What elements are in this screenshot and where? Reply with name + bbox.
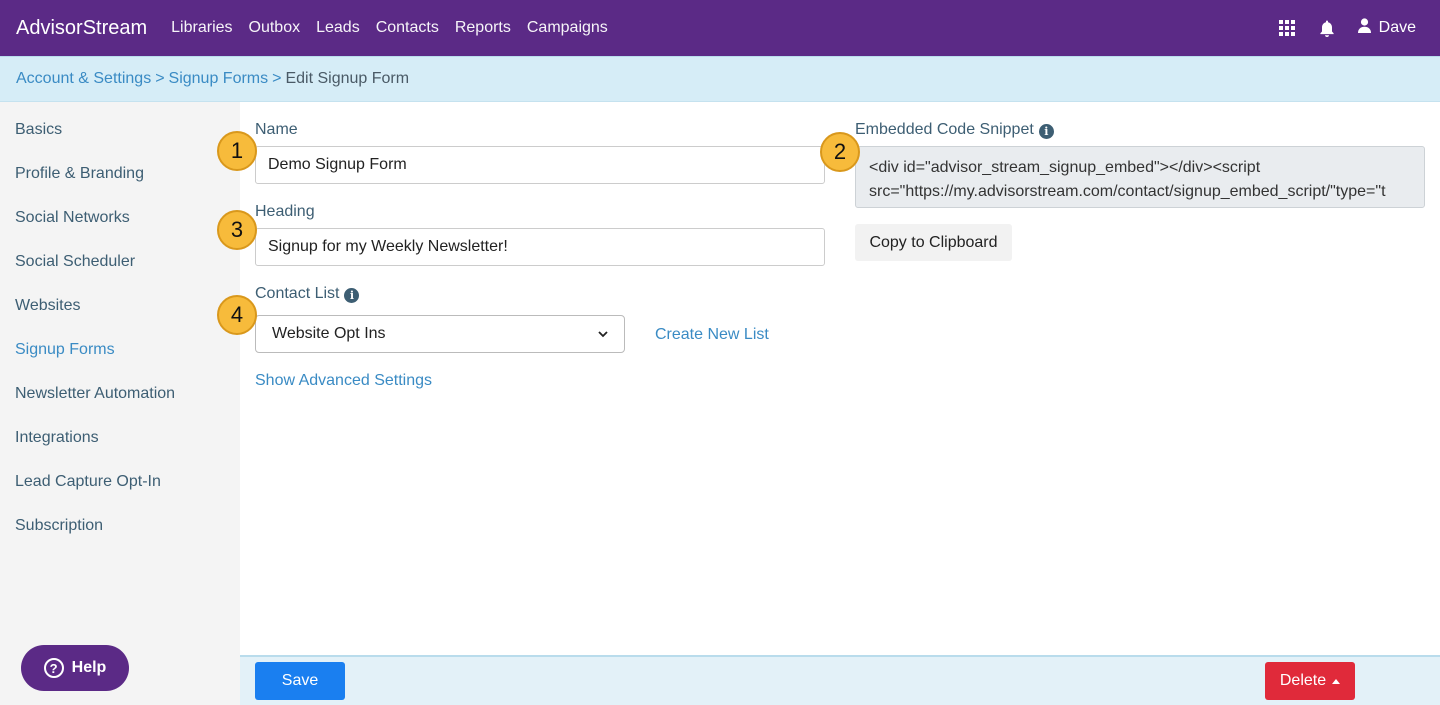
name-input[interactable] — [255, 146, 825, 184]
sidebar-item-websites[interactable]: Websites — [15, 297, 81, 315]
sidebar-item-newsletter-automation[interactable]: Newsletter Automation — [15, 385, 175, 403]
nav-contacts[interactable]: Contacts — [376, 19, 439, 37]
apps-grid-icon[interactable] — [1278, 19, 1296, 37]
embed-code-label: Embedded Code Snippet i — [855, 121, 1054, 139]
chevron-down-icon — [598, 325, 608, 343]
sidebar-item-social-scheduler[interactable]: Social Scheduler — [15, 253, 135, 271]
top-navbar: AdvisorStream Libraries Outbox Leads Con… — [0, 0, 1440, 56]
footer-action-bar — [240, 655, 1440, 705]
breadcrumb-separator: > — [155, 70, 165, 87]
sidebar-item-subscription[interactable]: Subscription — [15, 517, 103, 535]
sidebar-item-profile-branding[interactable]: Profile & Branding — [15, 165, 144, 183]
callout-badge-4: 4 — [217, 295, 257, 335]
contact-list-selected: Website Opt Ins — [272, 325, 386, 342]
settings-sidebar: Basics Profile & Branding Social Network… — [0, 102, 240, 705]
user-name: Dave — [1378, 19, 1416, 36]
delete-button[interactable]: Delete — [1265, 662, 1355, 700]
question-icon: ? — [43, 658, 64, 678]
nav-leads[interactable]: Leads — [316, 19, 360, 37]
contact-list-label-text: Contact List — [255, 285, 340, 302]
breadcrumb-signup-forms[interactable]: Signup Forms — [169, 70, 269, 88]
caret-up-icon — [1332, 678, 1341, 684]
callout-badge-2: 2 — [820, 132, 860, 172]
user-icon — [1357, 18, 1371, 38]
contact-list-label: Contact List i — [255, 285, 360, 303]
heading-label: Heading — [255, 203, 315, 220]
info-icon[interactable]: i — [344, 288, 360, 303]
save-button[interactable]: Save — [255, 662, 345, 700]
sidebar-item-integrations[interactable]: Integrations — [15, 429, 99, 447]
contact-list-select[interactable]: Website Opt Ins — [255, 315, 625, 353]
nav-campaigns[interactable]: Campaigns — [527, 19, 608, 37]
help-button[interactable]: ? Help — [21, 645, 129, 691]
sidebar-item-social-networks[interactable]: Social Networks — [15, 209, 130, 227]
embed-code-label-text: Embedded Code Snippet — [855, 121, 1034, 138]
heading-input[interactable] — [255, 228, 825, 266]
sidebar-item-basics[interactable]: Basics — [15, 121, 62, 139]
bell-icon[interactable] — [1318, 19, 1336, 37]
name-label: Name — [255, 121, 298, 138]
breadcrumb-separator: > — [272, 70, 282, 87]
embed-code-textarea[interactable]: <div id="advisor_stream_signup_embed"></… — [855, 146, 1425, 208]
show-advanced-settings-link[interactable]: Show Advanced Settings — [255, 372, 432, 390]
nav-libraries[interactable]: Libraries — [171, 19, 232, 37]
info-icon[interactable]: i — [1038, 124, 1054, 139]
callout-badge-3: 3 — [217, 210, 257, 250]
breadcrumb-account-settings[interactable]: Account & Settings — [16, 70, 151, 88]
nav-reports[interactable]: Reports — [455, 19, 511, 37]
breadcrumb-current: Edit Signup Form — [285, 70, 410, 87]
breadcrumb: Account & Settings > Signup Forms > Edit… — [0, 56, 1440, 102]
embed-code-line: src="https://my.advisorstream.com/contac… — [869, 183, 1386, 200]
nav-outbox[interactable]: Outbox — [249, 19, 301, 37]
embed-code-line: <div id="advisor_stream_signup_embed"></… — [869, 159, 1261, 176]
user-menu[interactable]: Dave — [1357, 18, 1416, 38]
create-new-list-link[interactable]: Create New List — [655, 326, 769, 344]
help-label: Help — [71, 659, 107, 676]
delete-label: Delete — [1279, 672, 1327, 689]
copy-to-clipboard-button[interactable]: Copy to Clipboard — [855, 224, 1012, 261]
sidebar-item-lead-capture-opt-in[interactable]: Lead Capture Opt-In — [15, 473, 161, 491]
brand-logo[interactable]: AdvisorStream — [16, 17, 147, 40]
nav-right-group: Dave — [1278, 0, 1416, 56]
callout-badge-1: 1 — [217, 131, 257, 171]
sidebar-item-signup-forms[interactable]: Signup Forms — [15, 341, 115, 359]
